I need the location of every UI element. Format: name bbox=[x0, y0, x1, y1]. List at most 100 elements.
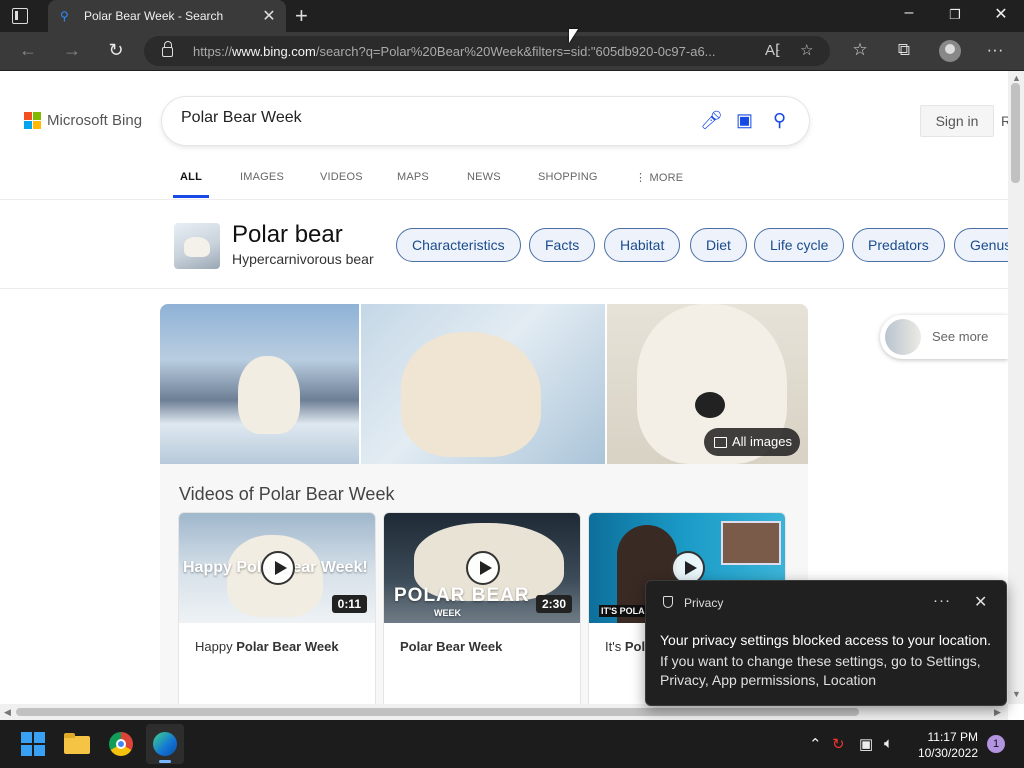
notification-badge[interactable]: 1 bbox=[987, 735, 1005, 753]
rewards-label[interactable]: R bbox=[1001, 113, 1008, 129]
restore-icon[interactable]: ❐ bbox=[943, 7, 967, 23]
clock-date: 10/30/2022 bbox=[917, 746, 978, 760]
scroll-left-icon[interactable]: ◀ bbox=[4, 707, 11, 718]
chip-facts[interactable]: Facts bbox=[529, 228, 596, 262]
video-label[interactable]: Happy Polar Bear Week bbox=[195, 639, 339, 654]
vertical-scroll-thumb[interactable] bbox=[1011, 83, 1020, 183]
windows-start-icon[interactable] bbox=[17, 728, 49, 760]
url-text[interactable]: https://www.bing.com/search?q=Polar%20Be… bbox=[193, 44, 758, 59]
tab-more[interactable]: ⋮ MORE bbox=[635, 171, 683, 184]
bing-logo-text[interactable]: Microsoft Bing bbox=[47, 112, 142, 129]
back-icon[interactable]: ← bbox=[16, 40, 40, 61]
tab-images[interactable]: IMAGES bbox=[240, 171, 284, 183]
minimize-icon[interactable]: – bbox=[897, 4, 921, 22]
video-card[interactable]: POLAR BEAR WEEK 2:30 Polar Bear Week bbox=[383, 512, 581, 704]
entity-header: Polar bear Hypercarnivorous bear Charact… bbox=[0, 211, 1008, 289]
tab-videos[interactable]: VIDEOS bbox=[320, 171, 363, 183]
chip-life-cycle[interactable]: Life cycle bbox=[754, 228, 845, 262]
microsoft-logo-icon[interactable] bbox=[24, 112, 42, 130]
bing-favicon-icon: ⚲ bbox=[60, 9, 69, 23]
video-thumb-subtext: WEEK bbox=[434, 608, 461, 618]
all-images-button[interactable]: All images bbox=[704, 428, 800, 456]
file-explorer-icon[interactable] bbox=[61, 728, 93, 760]
read-aloud-icon[interactable]: A⁅ bbox=[765, 41, 781, 59]
mouse-cursor-icon bbox=[569, 29, 578, 43]
address-bar[interactable]: https://www.bing.com/search?q=Polar%20Be… bbox=[144, 36, 830, 66]
more-dots-icon: ⋮ bbox=[635, 172, 650, 184]
search-box: 🎤︎ ▣ ⚲ bbox=[162, 97, 809, 145]
entity-subtitle: Hypercarnivorous bear bbox=[232, 251, 374, 267]
windows-taskbar: ⌃ ↻ ▣ 🔈︎ 11:17 PM 10/30/2022 1 bbox=[0, 720, 1024, 768]
tab-shopping[interactable]: SHOPPING bbox=[538, 171, 598, 183]
video-thumbnail[interactable]: POLAR BEAR WEEK 2:30 bbox=[384, 513, 580, 623]
video-duration: 2:30 bbox=[535, 595, 572, 613]
visual-search-icon[interactable]: ▣ bbox=[736, 110, 753, 131]
profile-avatar[interactable] bbox=[939, 40, 961, 62]
horizontal-scrollbar[interactable]: ◀ ▶ bbox=[0, 704, 1008, 720]
favorites-icon[interactable]: ☆ bbox=[849, 40, 871, 60]
close-tab-icon[interactable]: ✕ bbox=[260, 6, 278, 26]
new-tab-icon[interactable]: + bbox=[295, 3, 308, 29]
tab-all[interactable]: ALL bbox=[173, 171, 209, 198]
scroll-down-icon[interactable]: ▼ bbox=[1012, 689, 1021, 699]
video-thumb-text: POLAR BEAR bbox=[394, 585, 530, 606]
chip-characteristics[interactable]: Characteristics bbox=[396, 228, 521, 262]
notification-close-icon[interactable]: ✕ bbox=[974, 592, 987, 612]
entity-thumbnail[interactable] bbox=[174, 223, 220, 269]
see-more-button[interactable]: See more bbox=[880, 315, 1008, 359]
see-more-thumbnail bbox=[885, 319, 921, 355]
chip-genus[interactable]: Genus bbox=[954, 228, 1008, 262]
close-window-icon[interactable]: ✕ bbox=[989, 4, 1013, 24]
video-card[interactable]: Happy Polar Bear Week! 0:11 Happy Polar … bbox=[178, 512, 376, 704]
clock-time: 11:17 PM bbox=[927, 730, 978, 744]
browser-tab-bar: ⚲ Polar Bear Week - Search ✕ + – ❐ ✕ bbox=[0, 0, 1024, 32]
tab-maps[interactable]: MAPS bbox=[397, 171, 429, 183]
videos-title[interactable]: Videos of Polar Bear Week bbox=[179, 484, 394, 505]
video-thumbnail[interactable]: Happy Polar Bear Week! 0:11 bbox=[179, 513, 375, 623]
video-label[interactable]: Polar Bear Week bbox=[400, 639, 502, 654]
settings-more-icon[interactable]: ··· bbox=[984, 40, 1006, 60]
notification-message: Your privacy settings blocked access to … bbox=[660, 632, 991, 648]
tab-title: Polar Bear Week - Search bbox=[84, 9, 224, 23]
polar-bear-image-1[interactable] bbox=[160, 304, 359, 464]
lock-icon[interactable] bbox=[162, 41, 173, 57]
horizontal-scroll-thumb[interactable] bbox=[16, 708, 859, 716]
scroll-right-icon[interactable]: ▶ bbox=[994, 707, 1001, 718]
tab-actions-icon[interactable] bbox=[12, 8, 28, 24]
edge-taskbar-icon[interactable] bbox=[146, 724, 184, 764]
video-duration: 0:11 bbox=[331, 595, 367, 613]
search-icon[interactable]: ⚲ bbox=[773, 110, 786, 131]
entity-title[interactable]: Polar bear bbox=[232, 221, 343, 249]
collections-icon[interactable]: ⧉ bbox=[893, 40, 915, 60]
notification-detail: If you want to change these settings, go… bbox=[660, 653, 981, 688]
refresh-icon[interactable]: ↻ bbox=[104, 40, 128, 61]
show-hidden-icons-icon[interactable]: ⌃ bbox=[809, 735, 822, 753]
scroll-up-icon[interactable]: ▲ bbox=[1012, 73, 1021, 83]
play-icon[interactable] bbox=[466, 551, 500, 585]
tab-news[interactable]: NEWS bbox=[467, 171, 501, 183]
polar-bear-image-2[interactable] bbox=[361, 304, 605, 464]
taskbar-clock[interactable]: 11:17 PM 10/30/2022 bbox=[906, 729, 978, 761]
vertical-scrollbar[interactable]: ▲ ▼ bbox=[1008, 71, 1024, 704]
play-icon[interactable] bbox=[261, 551, 295, 585]
chip-diet[interactable]: Diet bbox=[690, 228, 747, 262]
chip-habitat[interactable]: Habitat bbox=[604, 228, 681, 262]
microphone-icon[interactable]: 🎤︎ bbox=[700, 110, 723, 131]
forward-icon[interactable]: → bbox=[60, 40, 84, 61]
volume-icon[interactable]: 🔈︎ bbox=[884, 735, 893, 752]
search-nav: ALL IMAGES VIDEOS MAPS NEWS SHOPPING ⋮ M… bbox=[0, 165, 1008, 200]
update-icon[interactable]: ↻ bbox=[832, 735, 845, 753]
notification-more-icon[interactable]: ··· bbox=[933, 592, 951, 609]
chrome-icon[interactable] bbox=[105, 728, 137, 760]
add-favorite-icon[interactable]: ☆ bbox=[800, 41, 813, 59]
image-strip: All images bbox=[160, 304, 808, 464]
notification-heading: Privacy bbox=[684, 596, 724, 610]
see-more-label: See more bbox=[932, 329, 989, 344]
browser-tab[interactable]: ⚲ Polar Bear Week - Search ✕ bbox=[48, 0, 286, 32]
network-icon[interactable]: ▣ bbox=[859, 735, 873, 753]
privacy-notification[interactable]: Privacy ··· ✕ Your privacy settings bloc… bbox=[645, 580, 1007, 706]
shield-icon bbox=[663, 596, 673, 608]
chip-predators[interactable]: Predators bbox=[852, 228, 945, 262]
search-input[interactable] bbox=[181, 109, 681, 127]
sign-in-button[interactable]: Sign in bbox=[920, 105, 994, 137]
